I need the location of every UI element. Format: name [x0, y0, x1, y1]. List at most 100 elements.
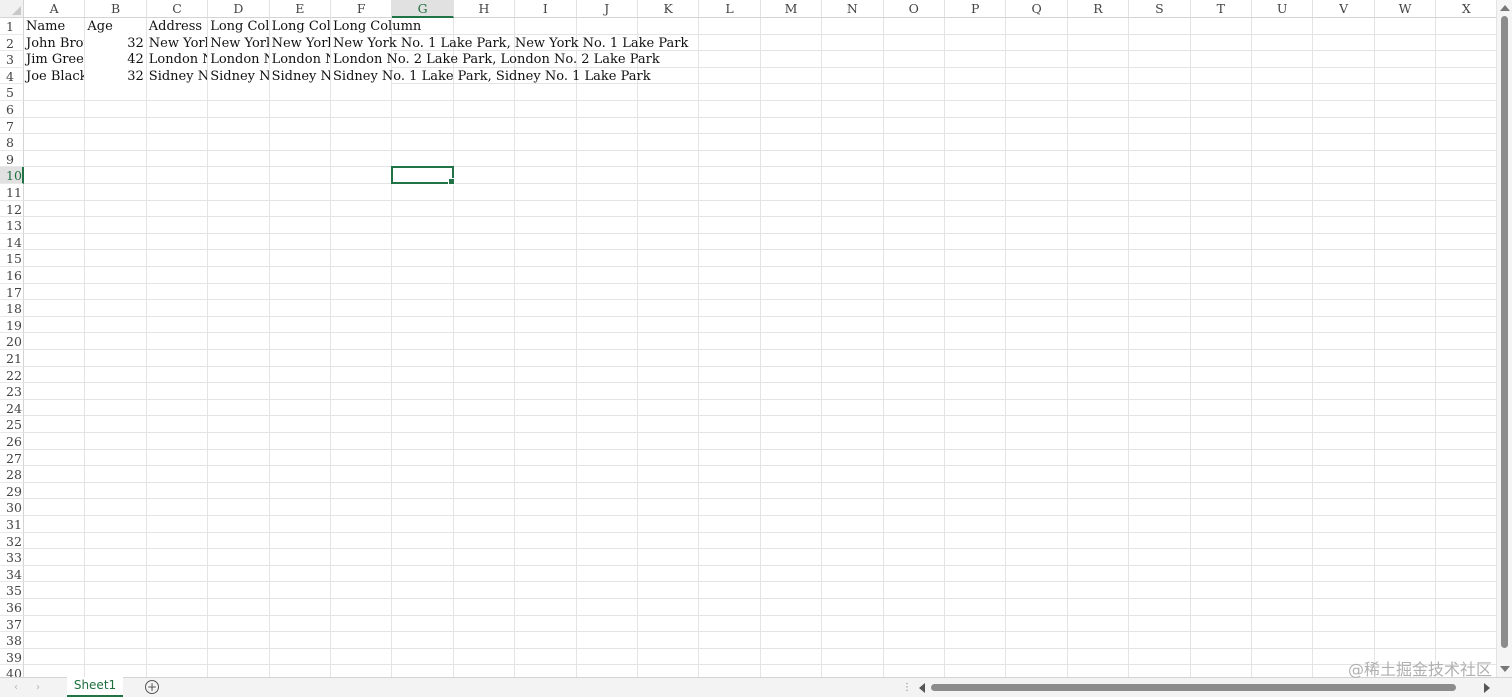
row-header-28[interactable]: 28 — [0, 466, 24, 483]
row-header-4[interactable]: 4 — [0, 67, 24, 85]
active-cell-selection[interactable] — [391, 166, 455, 185]
column-header-g[interactable]: G — [392, 0, 454, 18]
column-header-h[interactable]: H — [453, 0, 516, 18]
cell-c2[interactable]: New York No. 1 Lake Park — [146, 34, 208, 52]
cell-e2[interactable]: New York No. 1 Lake Park — [269, 34, 330, 52]
select-all-corner[interactable] — [0, 0, 24, 18]
row-header-39[interactable]: 39 — [0, 648, 24, 666]
row-header-30[interactable]: 30 — [0, 499, 24, 516]
vertical-scroll-thumb[interactable] — [1501, 16, 1508, 648]
row-header-10[interactable]: 10 — [0, 167, 24, 184]
column-header-t[interactable]: T — [1190, 0, 1252, 18]
column-header-d[interactable]: D — [208, 0, 270, 18]
cell-c1[interactable]: Address — [146, 18, 208, 35]
row-header-15[interactable]: 15 — [0, 250, 24, 267]
plus-circle-icon[interactable]: + — [145, 680, 159, 694]
column-header-b[interactable]: B — [85, 0, 147, 18]
row-header-21[interactable]: 21 — [0, 350, 24, 367]
row-header-37[interactable]: 37 — [0, 615, 24, 633]
column-header-v[interactable]: V — [1313, 0, 1375, 18]
cell-c3[interactable]: London No. 2 Lake Park — [146, 51, 208, 69]
row-header-12[interactable]: 12 — [0, 200, 24, 218]
cell-a1[interactable]: Name — [24, 18, 85, 35]
row-header-36[interactable]: 36 — [0, 599, 24, 616]
row-header-20[interactable]: 20 — [0, 333, 24, 350]
row-header-5[interactable]: 5 — [0, 84, 24, 101]
column-header-u[interactable]: U — [1252, 0, 1314, 18]
cell-a3[interactable]: Jim Green — [24, 51, 85, 69]
scroll-up-arrow-icon[interactable] — [1500, 5, 1510, 11]
row-header-8[interactable]: 8 — [0, 134, 24, 151]
row-header-31[interactable]: 31 — [0, 516, 24, 533]
scroll-left-arrow-icon[interactable] — [919, 683, 925, 693]
column-header-r[interactable]: R — [1067, 0, 1130, 18]
column-header-s[interactable]: S — [1129, 0, 1191, 18]
cell-f2[interactable]: New York No. 1 Lake Park, New York No. 1… — [331, 34, 688, 52]
cell-a2[interactable]: John Brown — [24, 34, 85, 52]
column-header-c[interactable]: C — [146, 0, 209, 18]
cell-f4[interactable]: Sidney No. 1 Lake Park, Sidney No. 1 Lak… — [331, 67, 651, 85]
row-header-3[interactable]: 3 — [0, 51, 24, 68]
column-header-e[interactable]: E — [269, 0, 331, 18]
row-header-35[interactable]: 35 — [0, 582, 24, 599]
chevron-left-icon[interactable]: ‹ — [14, 682, 18, 693]
row-header-9[interactable]: 9 — [0, 150, 24, 168]
row-header-26[interactable]: 26 — [0, 433, 24, 450]
row-header-32[interactable]: 32 — [0, 532, 24, 550]
row-header-29[interactable]: 29 — [0, 482, 24, 500]
cell-d2[interactable]: New York No. 1 Lake Park — [208, 34, 269, 52]
cell-b2[interactable]: 32 — [85, 34, 146, 52]
cell-d3[interactable]: London No. 2 Lake Park — [208, 51, 269, 69]
row-header-2[interactable]: 2 — [0, 34, 24, 52]
cell-b4[interactable]: 32 — [85, 67, 146, 85]
row-header-1[interactable]: 1 — [0, 18, 24, 35]
column-header-x[interactable]: X — [1436, 0, 1496, 18]
column-header-f[interactable]: F — [331, 0, 393, 18]
tab-splitter-handle[interactable]: ⋮ — [902, 682, 912, 693]
vertical-scrollbar[interactable] — [1496, 0, 1512, 677]
fill-handle[interactable] — [447, 177, 455, 185]
column-header-o[interactable]: O — [883, 0, 945, 18]
sheet-tab-sheet1[interactable]: Sheet1 — [67, 677, 123, 697]
cell-e3[interactable]: London No. 2 Lake Park — [269, 51, 330, 69]
column-header-p[interactable]: P — [945, 0, 1007, 18]
row-header-7[interactable]: 7 — [0, 117, 24, 135]
row-header-23[interactable]: 23 — [0, 383, 24, 400]
row-header-17[interactable]: 17 — [0, 283, 24, 301]
row-header-11[interactable]: 11 — [0, 184, 24, 201]
column-header-k[interactable]: K — [638, 0, 700, 18]
cell-d4[interactable]: Sidney No. 1 Lake Park — [208, 67, 269, 85]
row-header-38[interactable]: 38 — [0, 632, 24, 649]
row-header-24[interactable]: 24 — [0, 399, 24, 417]
cell-b3[interactable]: 42 — [85, 51, 146, 69]
row-header-16[interactable]: 16 — [0, 267, 24, 284]
cell-e4[interactable]: Sidney No. 1 Lake Park — [269, 67, 330, 85]
column-header-n[interactable]: N — [822, 0, 884, 18]
column-header-q[interactable]: Q — [1006, 0, 1068, 18]
row-header-6[interactable]: 6 — [0, 101, 24, 118]
cell-a4[interactable]: Joe Black — [24, 67, 85, 85]
row-header-25[interactable]: 25 — [0, 416, 24, 433]
cell-b1[interactable]: Age — [85, 18, 146, 35]
spreadsheet-grid[interactable]: ABCDEFGHIJKLMNOPQRSTUVWX 1 2 3 4 5 6 7 8 9 10 11 12… — [0, 0, 1496, 677]
row-header-22[interactable]: 22 — [0, 366, 24, 384]
column-header-j[interactable]: J — [576, 0, 638, 18]
horizontal-scroll-thumb[interactable] — [931, 684, 1456, 691]
cell-f3[interactable]: London No. 2 Lake Park, London No. 2 Lak… — [331, 51, 660, 69]
scroll-down-arrow-icon[interactable] — [1500, 666, 1510, 672]
row-header-34[interactable]: 34 — [0, 565, 24, 583]
cell-e1[interactable]: Long Column — [269, 18, 330, 35]
row-header-13[interactable]: 13 — [0, 217, 24, 234]
column-header-a[interactable]: A — [24, 0, 86, 18]
cell-c4[interactable]: Sidney No. 1 Lake Park — [146, 67, 208, 85]
row-header-27[interactable]: 27 — [0, 449, 24, 467]
column-header-i[interactable]: I — [515, 0, 577, 18]
column-header-l[interactable]: L — [699, 0, 761, 18]
chevron-right-icon[interactable]: › — [36, 682, 40, 693]
cell-f1[interactable]: Long Column — [331, 18, 421, 35]
column-header-w[interactable]: W — [1374, 0, 1437, 18]
column-header-m[interactable]: M — [760, 0, 823, 18]
row-header-33[interactable]: 33 — [0, 549, 24, 566]
row-header-18[interactable]: 18 — [0, 300, 24, 317]
row-header-14[interactable]: 14 — [0, 233, 24, 251]
